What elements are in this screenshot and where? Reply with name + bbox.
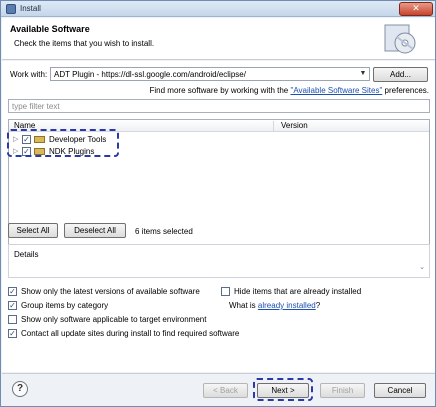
find-more-text: Find more software by working with the "… — [150, 86, 429, 95]
option-label: Group items by category — [21, 301, 109, 310]
work-with-value: ADT Plugin - https://dl-ssl.google.com/a… — [54, 70, 246, 79]
available-sites-link[interactable]: "Available Software Sites" — [290, 86, 382, 95]
checkbox-group[interactable]: ✓ — [8, 301, 17, 310]
cancel-button[interactable]: Cancel — [374, 383, 426, 398]
checkbox-contact[interactable]: ✓ — [8, 329, 17, 338]
option-label: Hide items that are already installed — [234, 287, 362, 296]
page-title: Available Software — [10, 24, 90, 34]
select-all-button[interactable]: Select All — [8, 223, 58, 238]
add-site-button[interactable]: Add... — [373, 67, 428, 82]
wizard-header: Available Software Check the items that … — [2, 18, 435, 60]
find-more-suffix: preferences. — [384, 86, 429, 95]
checkbox-latest[interactable]: ✓ — [8, 287, 17, 296]
back-button[interactable]: < Back — [203, 383, 248, 398]
title-bar: Install ✕ — [1, 1, 435, 17]
checkbox-hide[interactable] — [221, 287, 230, 296]
what-is-prefix: What is — [229, 301, 256, 310]
window-title: Install — [20, 4, 41, 13]
app-icon — [6, 4, 16, 14]
wizard-footer: ? < Back Next > Finish Cancel — [2, 373, 435, 406]
wizard-content: Work with: ADT Plugin - https://dl-ssl.g… — [2, 61, 435, 372]
option-label: Contact all update sites during install … — [21, 329, 240, 338]
help-icon[interactable]: ? — [12, 381, 28, 397]
find-more-prefix: Find more software by working with the — [149, 86, 289, 95]
scroll-down-icon[interactable]: ⌄ — [419, 263, 425, 271]
finish-button[interactable]: Finish — [320, 383, 365, 398]
chevron-down-icon[interactable]: ▼ — [357, 68, 369, 80]
rows-highlight — [7, 129, 119, 157]
deselect-all-button[interactable]: Deselect All — [64, 223, 126, 238]
column-separator — [273, 121, 274, 131]
option-label: Show only software applicable to target … — [21, 315, 207, 324]
details-panel: Details ⌄ — [8, 244, 430, 278]
next-highlight — [253, 378, 313, 401]
option-label: Show only the latest versions of availab… — [21, 287, 200, 296]
page-subtitle: Check the items that you wish to install… — [14, 39, 155, 48]
what-is-installed: What is already installed? — [229, 301, 320, 310]
work-with-label: Work with: — [10, 70, 48, 79]
selection-count: 6 items selected — [135, 227, 193, 236]
filter-input[interactable]: type filter text — [8, 99, 430, 113]
column-version[interactable]: Version — [281, 121, 308, 130]
checkbox-applicable[interactable] — [8, 315, 17, 324]
work-with-combo[interactable]: ADT Plugin - https://dl-ssl.google.com/a… — [50, 67, 370, 81]
install-window: Install ✕ Available Software Check the i… — [0, 0, 436, 407]
what-is-suffix: ? — [315, 301, 321, 310]
details-label: Details — [14, 250, 39, 259]
close-button[interactable]: ✕ — [399, 2, 433, 16]
install-cd-icon — [384, 24, 416, 54]
already-installed-link[interactable]: already installed — [258, 301, 316, 310]
